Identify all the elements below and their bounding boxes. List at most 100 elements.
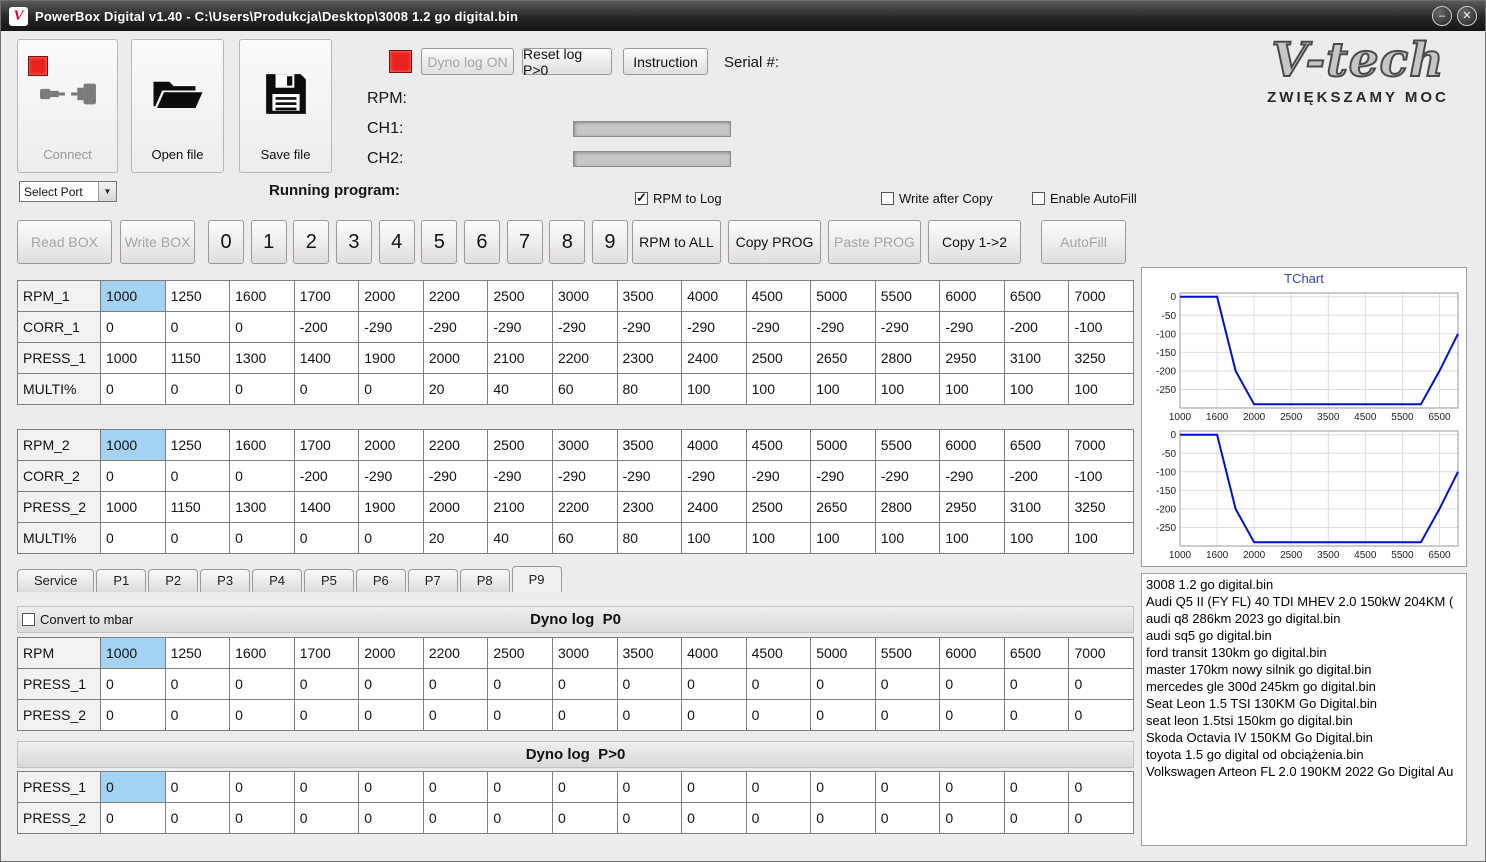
grid-cell[interactable]: 0	[358, 802, 424, 834]
grid-cell[interactable]: 0	[422, 802, 489, 834]
grid-cell[interactable]: 2500	[745, 342, 812, 374]
grid-cell[interactable]: 2000	[422, 342, 489, 374]
grid-cell[interactable]: 0	[100, 699, 166, 731]
grid-cell[interactable]: 100	[1003, 522, 1070, 554]
grid-cell[interactable]: 0	[293, 373, 360, 405]
grid-cell[interactable]: 1250	[164, 280, 231, 312]
grid-cell[interactable]: -290	[681, 311, 747, 343]
grid-cell[interactable]: -290	[616, 460, 683, 492]
grid-cell[interactable]: 0	[229, 802, 295, 834]
grid-cell[interactable]: 3500	[616, 280, 683, 312]
grid-cell[interactable]: 5500	[874, 637, 941, 669]
grid-cell[interactable]: 0	[616, 771, 683, 803]
grid-cell[interactable]: 0	[745, 802, 812, 834]
tab-p4[interactable]: P4	[252, 569, 302, 592]
grid-cell[interactable]: 1000	[100, 637, 166, 669]
grid-cell[interactable]: 5500	[874, 280, 941, 312]
file-list-item[interactable]: audi sq5 go digital.bin	[1146, 627, 1462, 644]
grid-cell[interactable]: -290	[939, 460, 1005, 492]
grid-cell[interactable]: 0	[681, 771, 747, 803]
connect-button[interactable]: Connect	[17, 39, 118, 173]
grid-cell[interactable]: 2400	[681, 342, 747, 374]
grid-cell[interactable]: 2200	[422, 637, 489, 669]
grid-cell[interactable]: 100	[1068, 522, 1134, 554]
grid-cell[interactable]: 0	[358, 668, 424, 700]
grid-cell[interactable]: 0	[810, 699, 876, 731]
enable-autofill-checkbox[interactable]: Enable AutoFill	[1032, 191, 1137, 206]
grid-cell[interactable]: 80	[616, 522, 683, 554]
grid-cell[interactable]: 2400	[681, 491, 747, 523]
grid-cell[interactable]: 0	[1068, 771, 1134, 803]
grid-cell[interactable]: 0	[874, 699, 941, 731]
write-box-button[interactable]: Write BOX	[120, 220, 195, 264]
grid-cell[interactable]: 0	[939, 802, 1005, 834]
file-list-item[interactable]: mercedes gle 300d 245km go digital.bin	[1146, 678, 1462, 695]
program-button-8[interactable]: 8	[549, 220, 586, 264]
file-list-item[interactable]: seat leon 1.5tsi 150km go digital.bin	[1146, 712, 1462, 729]
grid-cell[interactable]: 0	[100, 668, 166, 700]
grid-cell[interactable]: 6500	[1003, 429, 1070, 461]
grid-cell[interactable]: -290	[551, 311, 618, 343]
grid-cell[interactable]: 0	[293, 771, 360, 803]
grid-cell[interactable]: 1700	[293, 429, 360, 461]
grid-cell[interactable]: 3500	[616, 429, 683, 461]
read-box-button[interactable]: Read BOX	[17, 220, 112, 264]
grid-cell[interactable]: 3250	[1068, 491, 1134, 523]
grid-cell[interactable]: -290	[422, 460, 489, 492]
grid-cell[interactable]: 0	[616, 699, 683, 731]
grid-cell[interactable]: 0	[1003, 771, 1070, 803]
tab-p2[interactable]: P2	[148, 569, 199, 592]
grid-cell[interactable]: 2000	[422, 491, 489, 523]
grid-cell[interactable]: 0	[229, 522, 295, 554]
grid-cell[interactable]: -290	[745, 460, 812, 492]
program-button-4[interactable]: 4	[378, 220, 415, 264]
grid-cell[interactable]: 0	[422, 699, 489, 731]
grid-cell[interactable]: -290	[810, 460, 876, 492]
grid-cell[interactable]: 0	[487, 771, 553, 803]
grid-cell[interactable]: -290	[939, 311, 1005, 343]
grid-cell[interactable]: 0	[551, 802, 618, 834]
grid-cell[interactable]: 0	[616, 668, 683, 700]
grid-cell[interactable]: 1600	[229, 280, 295, 312]
tab-p3[interactable]: P3	[200, 569, 251, 592]
grid-cell[interactable]: 1150	[164, 491, 231, 523]
grid-cell[interactable]: 100	[1068, 373, 1134, 405]
grid-cell[interactable]: 1700	[293, 637, 360, 669]
grid-cell[interactable]: 2100	[487, 491, 553, 523]
grid-cell[interactable]: 20	[422, 522, 489, 554]
grid-cell[interactable]: 100	[1003, 373, 1070, 405]
grid-cell[interactable]: 1600	[229, 637, 295, 669]
file-list-item[interactable]: 3008 1.2 go digital.bin	[1146, 576, 1462, 593]
grid-cell[interactable]: 1000	[100, 429, 166, 461]
file-list-item[interactable]: audi q8 286km 2023 go digital.bin	[1146, 610, 1462, 627]
grid-cell[interactable]: 0	[745, 668, 812, 700]
close-button[interactable]: ✕	[1457, 6, 1477, 26]
grid-cell[interactable]: 100	[745, 373, 812, 405]
grid-cell[interactable]: 5000	[810, 637, 876, 669]
grid-cell[interactable]: 0	[293, 802, 360, 834]
tab-service[interactable]: Service	[17, 569, 95, 592]
grid-cell[interactable]: 1300	[229, 491, 295, 523]
grid-cell[interactable]: 0	[681, 668, 747, 700]
grid-cell[interactable]: 60	[551, 373, 618, 405]
grid-cell[interactable]: 100	[939, 373, 1005, 405]
grid-cell[interactable]: 2650	[810, 491, 876, 523]
grid-cell[interactable]: 1300	[229, 342, 295, 374]
grid-cell[interactable]: 0	[874, 802, 941, 834]
grid-cell[interactable]: 0	[616, 802, 683, 834]
grid-cell[interactable]: -100	[1068, 311, 1134, 343]
paste-prog-button[interactable]: Paste PROG	[828, 220, 921, 264]
copy-prog-button[interactable]: Copy PROG	[728, 220, 821, 264]
tab-p9[interactable]: P9	[511, 566, 562, 592]
file-list-item[interactable]: toyota 1.5 go digital od obciążenia.bin	[1146, 746, 1462, 763]
grid-cell[interactable]: 7000	[1068, 429, 1134, 461]
grid-cell[interactable]: 3250	[1068, 342, 1134, 374]
grid-cell[interactable]: 2200	[551, 491, 618, 523]
grid-cell[interactable]: 0	[681, 802, 747, 834]
grid-cell[interactable]: -200	[1003, 460, 1070, 492]
grid-cell[interactable]: 100	[939, 522, 1005, 554]
grid-cell[interactable]: 100	[874, 522, 941, 554]
grid-cell[interactable]: 100	[810, 373, 876, 405]
grid-cell[interactable]: 2500	[487, 637, 553, 669]
grid-cell[interactable]: 2500	[745, 491, 812, 523]
